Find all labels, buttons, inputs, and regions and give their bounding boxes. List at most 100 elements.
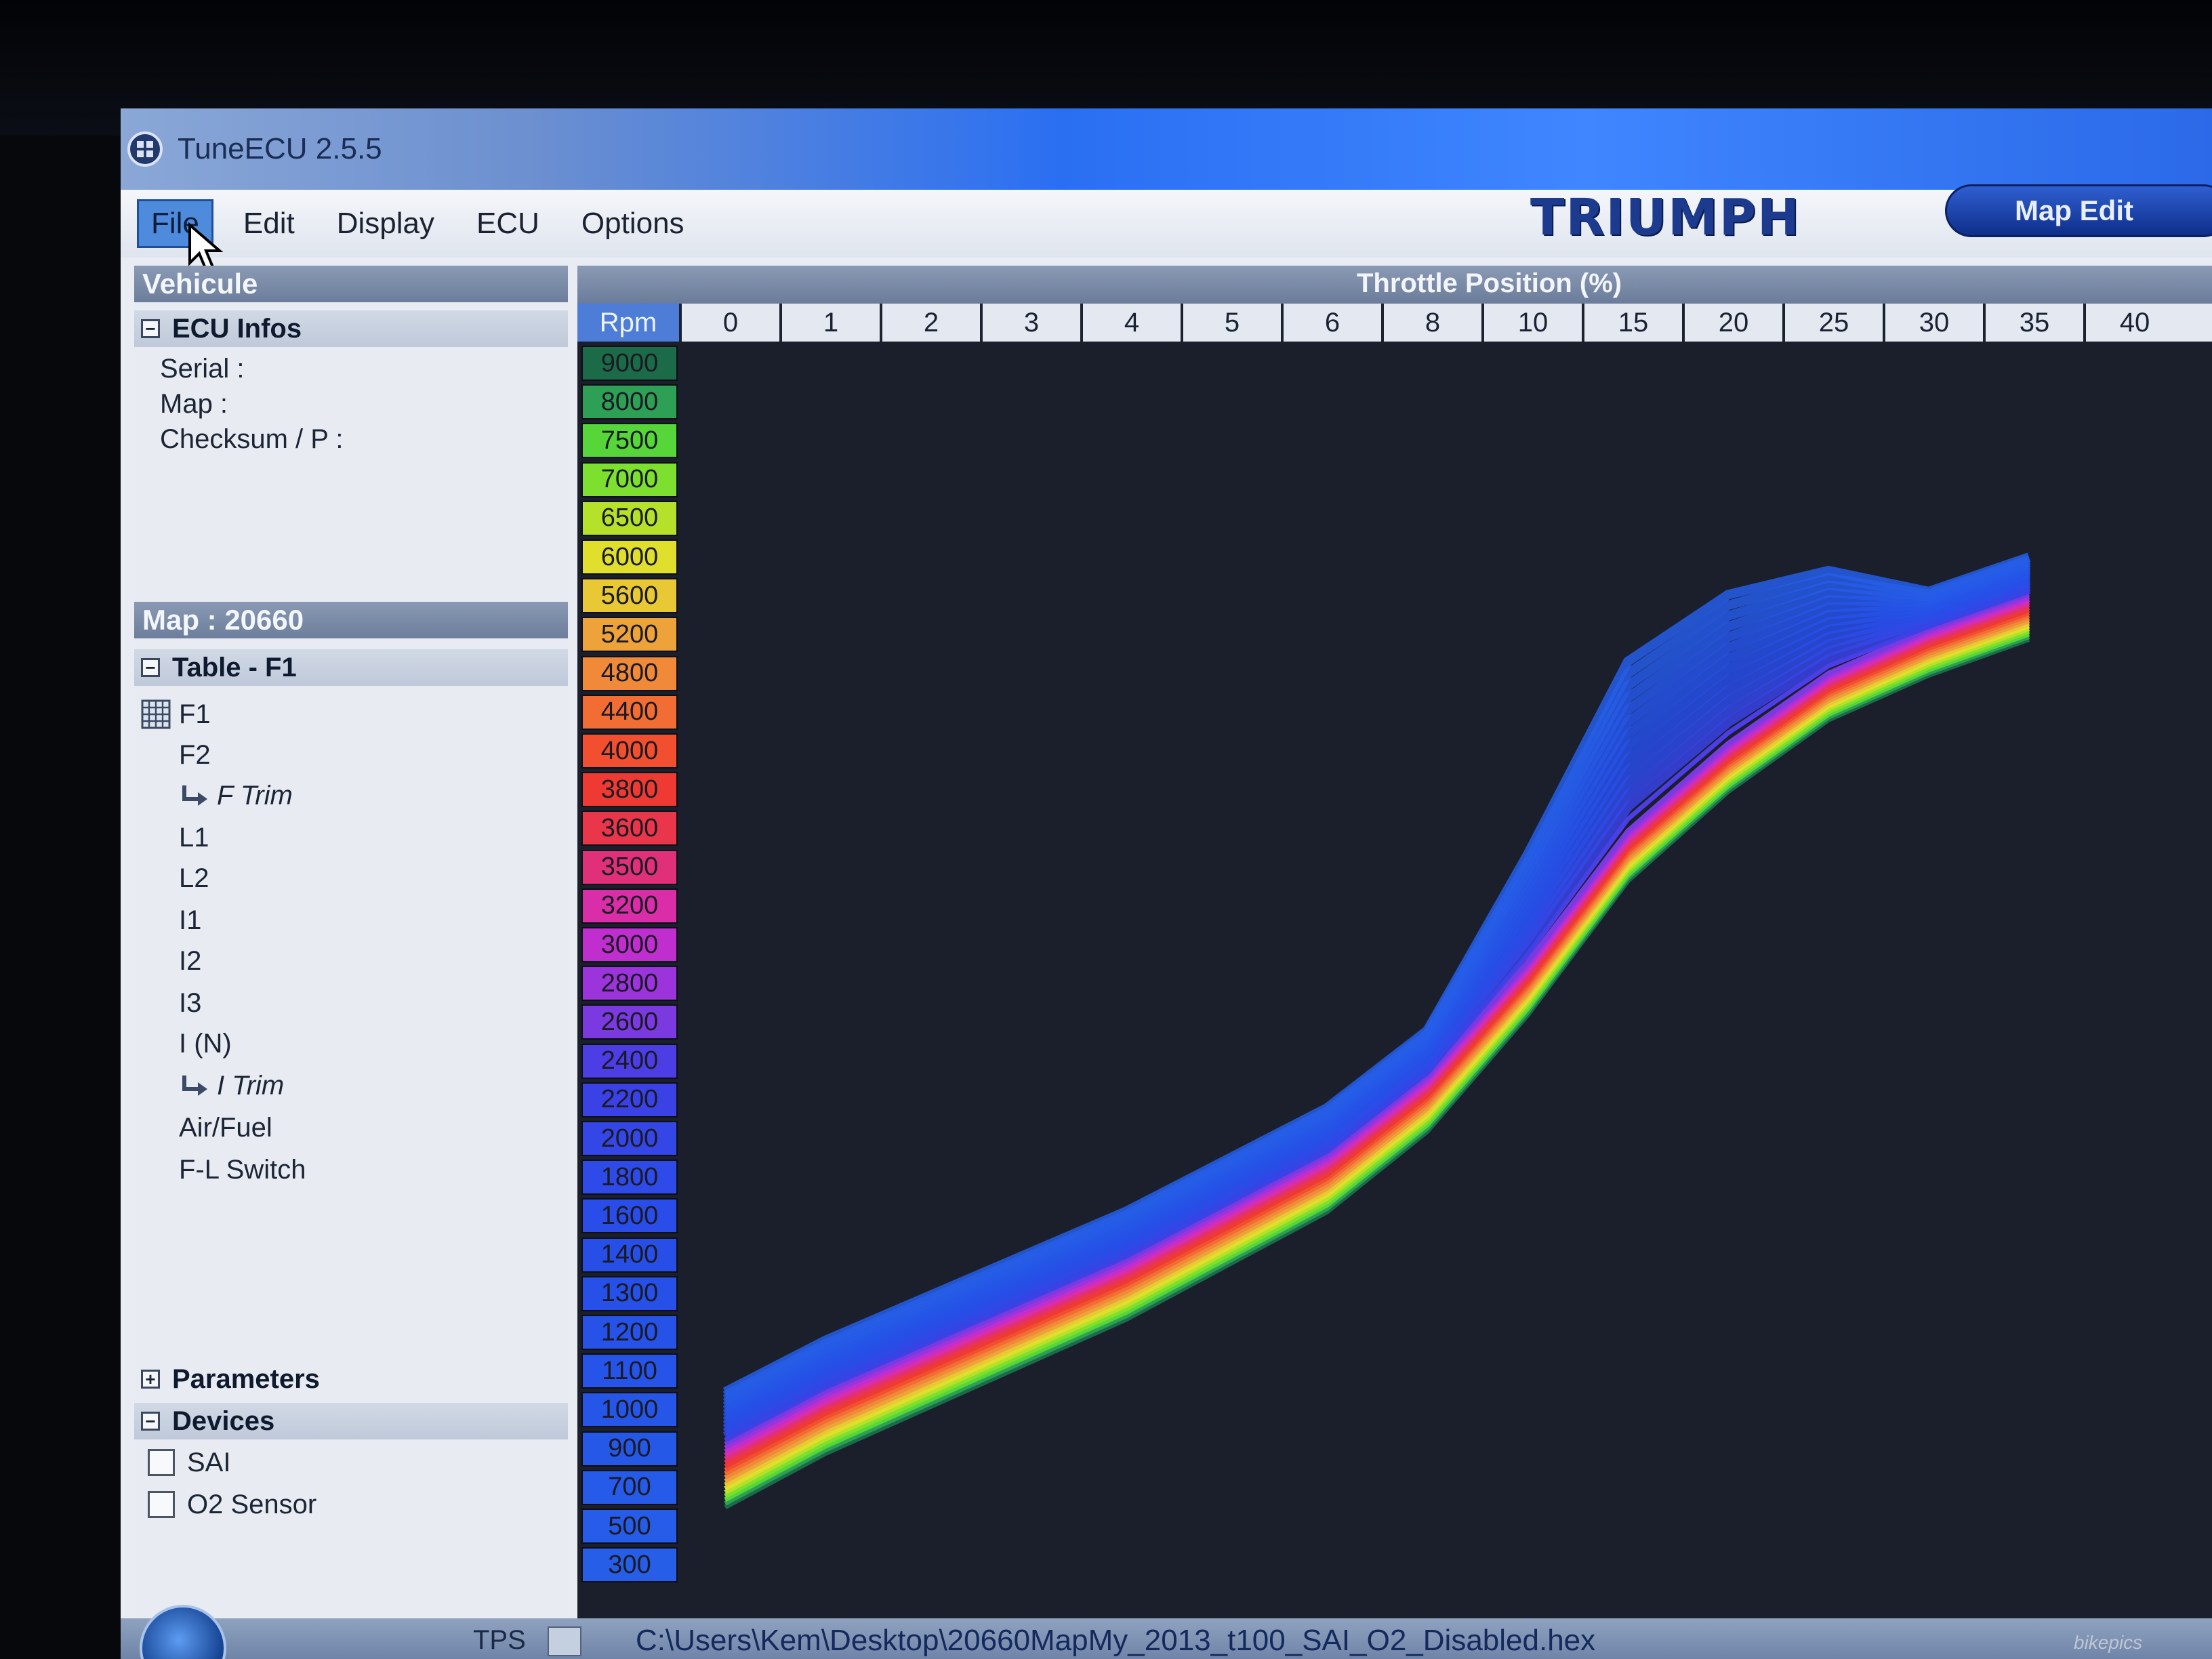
throttle-tick-25: 25 [1782,304,1883,342]
tree-item-i3[interactable]: I3 [179,988,201,1019]
map-edit-button[interactable]: Map Edit [1945,184,2212,237]
throttle-tick-40: 40 [2083,304,2184,342]
throttle-tick-20: 20 [1682,304,1782,342]
throttle-tick-15: 15 [1582,304,1682,342]
parameters-group[interactable]: + Parameters [134,1361,568,1397]
throttle-tick-35: 35 [1983,304,2083,342]
throttle-tick-0: 0 [679,304,779,342]
chart-title: Throttle Position (%) [1357,268,1622,298]
map-section-title: Map : 20660 [134,602,568,638]
tree-item-l2[interactable]: L2 [179,863,209,894]
rpm-cell-3000: 3000 [581,927,678,962]
left-panel: Vehicule − ECU Infos Serial : Map : Chec… [134,266,568,1621]
serial-label: Serial : [160,354,245,384]
rpm-cell-4800: 4800 [581,655,678,691]
rpm-cell-9000: 9000 [581,346,678,381]
file-path: C:\Users\Kem\Desktop\20660MapMy_2013_t10… [636,1624,1596,1657]
tree-item-f-l-switch[interactable]: F-L Switch [179,1155,306,1185]
triumph-logo: TRIUMPH [1530,188,1801,247]
table-group[interactable]: − Table - F1 [134,649,568,686]
rpm-cell-1400: 1400 [581,1237,678,1273]
throttle-tick-2: 2 [880,304,980,342]
throttle-tick-8: 8 [1381,304,1481,342]
rpm-cell-1000: 1000 [581,1392,678,1428]
throttle-tick-1: 1 [779,304,880,342]
plot-area [722,552,2031,1510]
throttle-tick-10: 10 [1481,304,1582,342]
menu-ecu[interactable]: ECU [464,201,552,246]
devices-group[interactable]: − Devices [134,1403,568,1439]
rpm-cell-2600: 2600 [581,1004,678,1040]
tree-item-l1[interactable]: L1 [179,823,209,853]
checksum-label: Checksum / P : [160,424,344,454]
sai-label: SAI [187,1448,231,1477]
rpm-cell-700: 700 [581,1469,678,1505]
title-bar[interactable]: TuneECU 2.5.5 [121,108,2212,190]
rpm-cell-1100: 1100 [581,1353,678,1389]
tree-item-air-fuel[interactable]: Air/Fuel [179,1113,272,1143]
throttle-tick-row: 0 1 2 3 4 5 6 8 10 15 20 25 30 35 40 [577,304,2212,342]
app-icon [127,131,163,167]
collapse-icon[interactable]: − [141,1412,160,1431]
collapse-icon[interactable]: − [141,319,160,338]
vehicule-section-title: Vehicule [134,266,568,302]
collapse-icon[interactable]: − [141,658,160,677]
sai-checkbox[interactable] [148,1449,175,1476]
rpm-cell-1300: 1300 [581,1275,678,1311]
map-label: Map : [160,389,228,419]
table-grid-icon [141,699,171,729]
rpm-cell-7500: 7500 [581,423,678,459]
ecu-infos-label: ECU Infos [172,313,302,344]
ecu-infos-group[interactable]: − ECU Infos [134,310,568,347]
tree-item-i1[interactable]: I1 [179,905,201,936]
rpm-cell-3800: 3800 [581,772,678,808]
throttle-tick-4: 4 [1080,304,1181,342]
rpm-cell-1200: 1200 [581,1315,678,1350]
sub-item-arrow-icon [182,1075,207,1096]
menu-bar: File Edit Display ECU Options [121,190,2212,258]
rpm-cell-6000: 6000 [581,539,678,575]
rpm-cell-1600: 1600 [581,1198,678,1234]
tree-item-i-n[interactable]: I (N) [179,1029,232,1059]
expand-icon[interactable]: + [141,1370,160,1389]
rpm-cell-4000: 4000 [581,733,678,769]
status-bar: TPS C:\Users\Kem\Desktop\20660MapMy_2013… [121,1605,2212,1659]
tps-label: TPS [473,1625,526,1655]
throttle-axis-header: Throttle Position (%) [577,266,2212,304]
watermark: bikepics [2074,1632,2143,1653]
rpm-cell-500: 500 [581,1509,678,1544]
rpm-cell-2200: 2200 [581,1082,678,1118]
rpm-cell-3600: 3600 [581,811,678,846]
sub-item-arrow-icon [182,785,207,806]
parameters-label: Parameters [172,1364,320,1394]
rpm-cell-8000: 8000 [581,384,678,420]
tree-item-f1[interactable]: F1 [179,699,211,730]
menu-edit[interactable]: Edit [231,201,307,246]
rpm-cell-300: 300 [581,1547,678,1583]
window-title: TuneECU 2.5.5 [178,132,382,165]
rpm-cell-5200: 5200 [581,617,678,653]
rpm-cell-5600: 5600 [581,578,678,614]
rpm-cell-6500: 6500 [581,500,678,536]
throttle-tick-6: 6 [1281,304,1381,342]
tree-item-f-trim[interactable]: F Trim [179,781,293,811]
rpm-cell-1800: 1800 [581,1160,678,1195]
tree-item-f2[interactable]: F2 [179,740,211,771]
tree-item-i-trim[interactable]: I Trim [179,1071,284,1101]
rpm-cell-3500: 3500 [581,849,678,885]
menu-display[interactable]: Display [325,201,447,246]
rpm-cell-2000: 2000 [581,1121,678,1156]
menu-options[interactable]: Options [569,201,697,246]
o2-sensor-checkbox[interactable] [148,1491,175,1518]
rpm-axis-header: Rpm [577,304,679,342]
rpm-cell-2800: 2800 [581,966,678,1002]
throttle-tick-3: 3 [980,304,1080,342]
rpm-cell-2400: 2400 [581,1043,678,1079]
rpm-cell-4400: 4400 [581,694,678,730]
tps-indicator [548,1626,581,1656]
tree-item-label: F Trim [217,781,293,811]
devices-label: Devices [172,1406,275,1436]
table-group-label: Table - F1 [172,652,297,682]
tree-item-i2[interactable]: I2 [179,946,201,977]
map-chart: Throttle Position (%) 0 1 2 3 4 5 6 8 10 15 20 25 30… [577,266,2212,1621]
